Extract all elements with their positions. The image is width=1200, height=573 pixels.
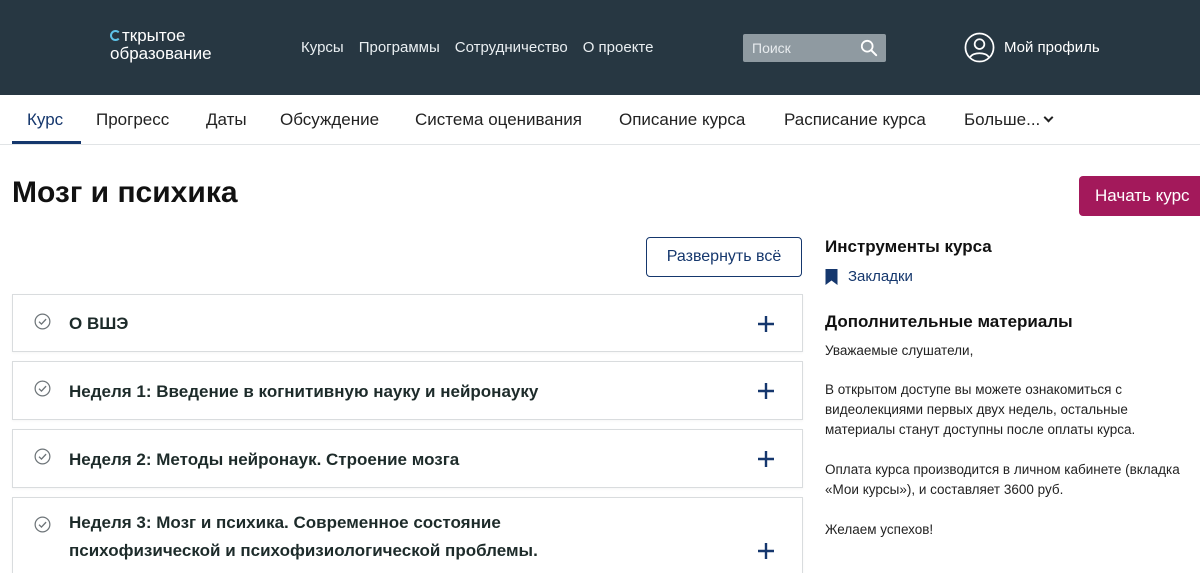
- tab-grading[interactable]: Система оценивания: [415, 110, 582, 130]
- search-box: [743, 34, 886, 62]
- tab-course[interactable]: Курс: [27, 110, 63, 130]
- bookmarks-label: Закладки: [848, 268, 913, 285]
- tab-dates[interactable]: Даты: [206, 110, 247, 130]
- profile-menu[interactable]: Мой профиль: [964, 32, 1100, 63]
- chevron-down-icon: [1043, 112, 1054, 123]
- plus-icon[interactable]: [757, 542, 775, 560]
- section-title: Неделя 2: Методы нейронаук. Строение моз…: [69, 450, 460, 469]
- course-tools-heading: Инструменты курса: [825, 237, 992, 256]
- extra-materials-heading: Дополнительные материалы: [825, 312, 1073, 331]
- logo-o-icon: [110, 30, 121, 41]
- check-circle-icon: [34, 313, 51, 330]
- materials-text-line: видеолекциями первых двух недель, осталь…: [825, 402, 1128, 417]
- materials-text-line: В открытом доступе вы можете ознакомитьс…: [825, 382, 1122, 397]
- check-circle-icon: [34, 448, 51, 465]
- plus-icon[interactable]: [757, 450, 775, 468]
- materials-greeting: Уважаемые слушатели,: [825, 343, 974, 358]
- section-title: Неделя 3: Мозг и психика. Современное со…: [69, 513, 538, 560]
- nav-about[interactable]: О проекте: [583, 39, 654, 56]
- tab-more[interactable]: Больше...: [964, 110, 1054, 130]
- tab-schedule[interactable]: Расписание курса: [784, 110, 926, 130]
- plus-icon[interactable]: [757, 315, 775, 333]
- payment-text-line: Оплата курса производится в личном кабин…: [825, 462, 1180, 477]
- section-week-1[interactable]: Неделя 1: Введение в когнитивную науку и…: [12, 361, 803, 420]
- expand-all-button[interactable]: Развернуть всё: [646, 237, 802, 277]
- nav-courses[interactable]: Курсы: [301, 39, 344, 56]
- section-week-3[interactable]: Неделя 3: Мозг и психика. Современное со…: [12, 497, 803, 573]
- materials-text-line: материалы станут доступны после оплаты к…: [825, 422, 1136, 437]
- search-icon[interactable]: [860, 39, 878, 57]
- check-circle-icon: [34, 380, 51, 397]
- tab-more-label: Больше...: [964, 110, 1041, 129]
- check-circle-icon: [34, 516, 51, 533]
- tab-description[interactable]: Описание курса: [619, 110, 745, 130]
- site-header: ткрытое образование Курсы Программы Сотр…: [0, 0, 1200, 95]
- page-title: Мозг и психика: [12, 176, 238, 209]
- tab-discussion[interactable]: Обсуждение: [280, 110, 379, 130]
- nav-partnership[interactable]: Сотрудничество: [455, 39, 568, 56]
- tab-progress[interactable]: Прогресс: [96, 110, 169, 130]
- profile-label: Мой профиль: [1004, 39, 1100, 56]
- section-title: Неделя 1: Введение в когнитивную науку и…: [69, 382, 539, 401]
- start-course-button[interactable]: Начать курс: [1079, 176, 1200, 216]
- active-tab-indicator: [12, 141, 81, 144]
- user-avatar-icon: [964, 32, 995, 63]
- bookmarks-link[interactable]: Закладки: [825, 268, 913, 285]
- search-input[interactable]: [743, 34, 853, 62]
- payment-text-line: «Мои курсы»), и составляет 3600 руб.: [825, 482, 1064, 497]
- section-about-hse[interactable]: О ВШЭ: [12, 294, 803, 352]
- course-tabs: Курс Прогресс Даты Обсуждение Система оц…: [0, 95, 1200, 145]
- plus-icon[interactable]: [757, 382, 775, 400]
- main-nav: Курсы Программы Сотрудничество О проекте: [301, 39, 653, 56]
- closing-text: Желаем успехов!: [825, 522, 934, 537]
- section-week-2[interactable]: Неделя 2: Методы нейронаук. Строение моз…: [12, 429, 803, 488]
- site-logo[interactable]: ткрытое образование: [110, 27, 212, 63]
- bookmark-icon: [825, 268, 838, 285]
- nav-programs[interactable]: Программы: [359, 39, 440, 56]
- section-title: О ВШЭ: [69, 314, 129, 333]
